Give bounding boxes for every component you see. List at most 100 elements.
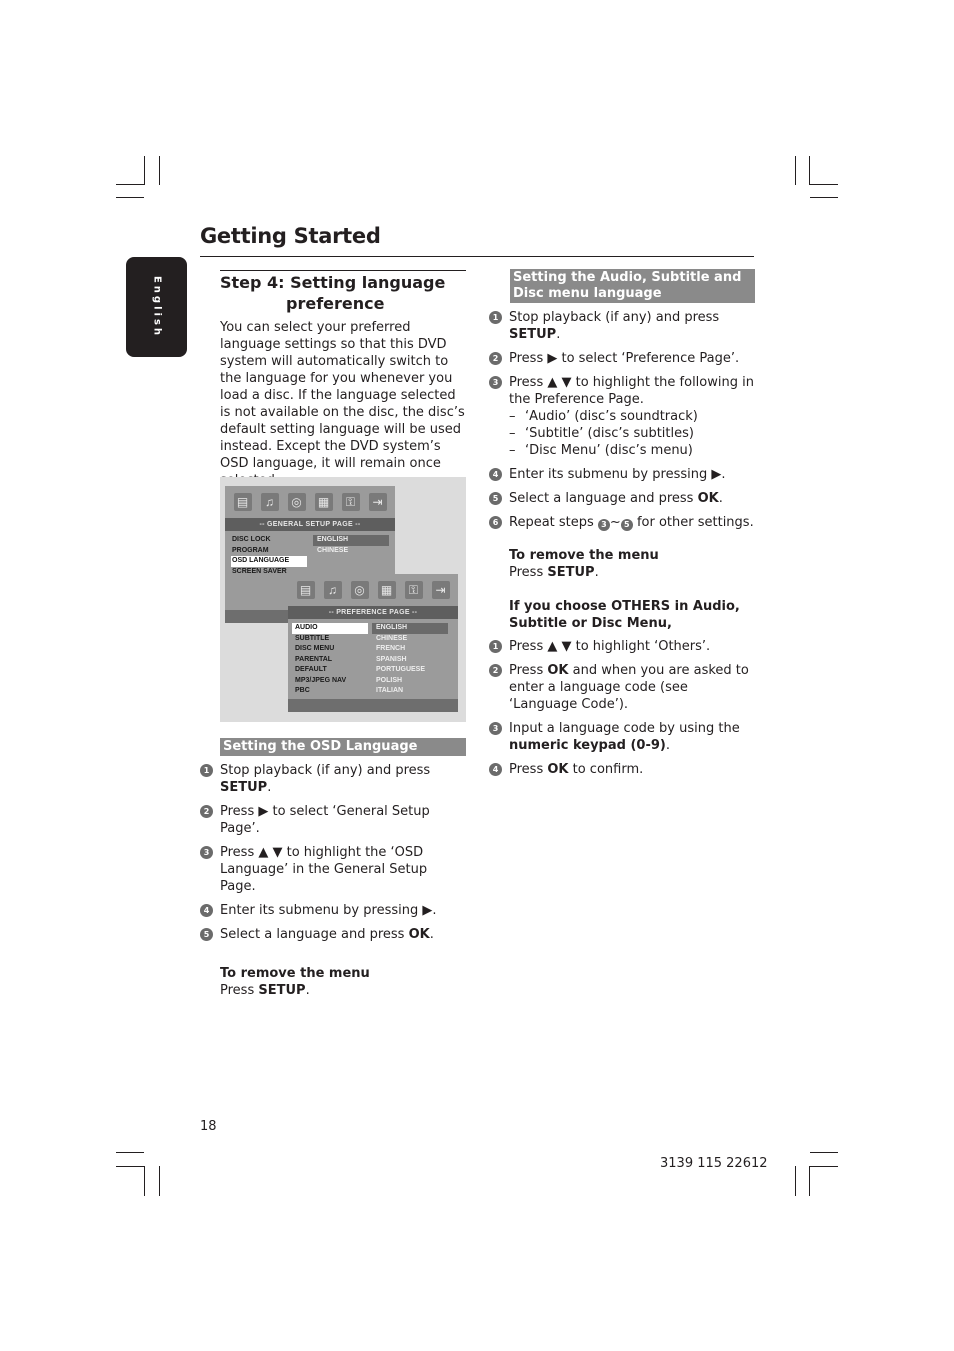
step-list: 1 Stop playback (if any) and press SETUP.… <box>489 309 755 531</box>
step-number-icon: 2 <box>489 352 502 365</box>
step-item: 3 Input a language code by using the nume… <box>489 720 755 754</box>
step-item: 4 Press OK to confirm. <box>489 761 755 778</box>
note-text: Press <box>509 565 548 580</box>
step-number-icon: 4 <box>489 468 502 481</box>
note-key: SETUP <box>547 565 595 580</box>
crop-mark <box>795 1166 796 1196</box>
step-number-icon: 1 <box>489 311 502 324</box>
step-text: to confirm. <box>568 762 644 777</box>
step-item: 2 Press ▶ to select ‘General Setup Page’. <box>200 803 466 837</box>
step-text: Select a language and press <box>220 927 409 942</box>
menu-option: SPANISH <box>376 655 407 663</box>
step-number-icon: 6 <box>489 516 502 529</box>
step-text: Press <box>509 762 548 777</box>
step-text: . <box>267 780 272 795</box>
step-ref-icon: 5 <box>620 519 633 531</box>
step-number-icon: 3 <box>200 846 213 859</box>
audio-speaker-icon: ♫ <box>260 493 279 511</box>
menu-rows: DISC LOCK ENGLISH PROGRAM CHINESE OSD LANGUA… <box>225 531 395 577</box>
sub-item: ‘Disc Menu’ (disc’s menu) <box>509 442 755 459</box>
menu-item-label: PARENTAL <box>295 655 333 663</box>
menu-icon-bar: ▤ ♫ ◎ ▦ ⚿ ⇥ <box>288 574 458 606</box>
menu-item-label: OSD LANGUAGE <box>231 556 307 567</box>
menu-row: PARENTAL SPANISH <box>288 655 458 666</box>
step-list: 1 Stop playback (if any) and press SETUP.… <box>200 762 466 943</box>
step-text: Input a language code by using the <box>509 721 740 736</box>
step-text: Stop playback (if any) and press <box>509 310 720 325</box>
menu-row: PBC ITALIAN <box>288 686 458 697</box>
disc-icon: ◎ <box>287 493 306 511</box>
step-key: SETUP <box>509 327 557 342</box>
menu-row: MP3/JPEG NAV POLISH <box>288 676 458 687</box>
others-heading: If you choose OTHERS in Audio, Subtitle … <box>509 599 740 631</box>
note-text: . <box>305 983 310 998</box>
disc-icon: ◎ <box>350 581 369 599</box>
menu-item-label: PBC <box>295 687 310 694</box>
menu-option: POLISH <box>376 676 403 684</box>
crop-mark <box>795 156 796 185</box>
step-ref-icon: 3 <box>597 519 610 531</box>
step-item: 4 Enter its submenu by pressing ▶. <box>489 466 755 483</box>
step-number-icon: 3 <box>489 722 502 735</box>
step-text: Enter its submenu by pressing ▶. <box>509 467 726 482</box>
step-key: OK <box>697 491 719 506</box>
step-text: Stop playback (if any) and press <box>220 763 431 778</box>
step-text: Press ▶ to select ‘General Setup Page’. <box>220 804 430 836</box>
step-number-icon: 5 <box>200 928 213 941</box>
menu-row: OSD LANGUAGE <box>225 556 395 567</box>
step-number-icon: 2 <box>200 805 213 818</box>
step-item: 2 Press OK and when you are asked to ente… <box>489 662 755 713</box>
step-text: Press <box>509 663 548 678</box>
menu-row: DEFAULT PORTUGUESE <box>288 665 458 676</box>
menu-item-label: DISC LOCK <box>232 536 271 543</box>
preference-screen-icon: ▦ <box>314 493 333 511</box>
menu-icon-bar: ▤ ♫ ◎ ▦ ⚿ ⇥ <box>225 486 395 518</box>
lock-icon: ⚿ <box>341 493 360 511</box>
crop-mark <box>809 1166 810 1196</box>
crop-mark <box>144 156 145 185</box>
menu-banner: -- GENERAL SETUP PAGE -- <box>225 518 395 531</box>
preference-screen-icon: ▦ <box>377 581 396 599</box>
menu-option: CHINESE <box>317 546 349 554</box>
menu-option: CHINESE <box>376 634 408 642</box>
step-item: 2 Press ▶ to select ‘Preference Page’. <box>489 350 755 367</box>
remove-menu-note: To remove the menu Press SETUP. <box>489 547 755 581</box>
sub-list: ‘Audio’ (disc’s soundtrack)‘Subtitle’ (d… <box>509 408 755 459</box>
step-number-icon: 4 <box>489 763 502 776</box>
note-text: Press <box>220 983 259 998</box>
step-text: . <box>556 327 561 342</box>
step-item: 1 Stop playback (if any) and press SETUP. <box>489 309 755 343</box>
menu-item-label: PROGRAM <box>232 546 269 554</box>
step-text: Press ▲ ▼ to highlight ‘Others’. <box>509 639 711 654</box>
crop-mark <box>159 156 160 185</box>
crop-mark <box>116 197 144 198</box>
step-text: . <box>718 491 723 506</box>
menu-banner: -- PREFERENCE PAGE -- <box>288 606 458 619</box>
step-number-icon: 2 <box>489 664 502 677</box>
sub-item: ‘Audio’ (disc’s soundtrack) <box>509 408 755 425</box>
menu-row: SUBTITLE CHINESE <box>288 634 458 645</box>
intro-paragraph: You can select your preferred language s… <box>220 320 465 488</box>
crop-mark <box>144 1166 145 1196</box>
note-text: . <box>594 565 599 580</box>
note-heading: To remove the menu <box>509 548 659 563</box>
others-note: If you choose OTHERS in Audio, Subtitle … <box>489 598 755 632</box>
step-key: OK <box>547 762 569 777</box>
osd-menu-figure: ▤ ♫ ◎ ▦ ⚿ ⇥ -- GENERAL SETUP PAGE -- DISC LOC… <box>220 477 466 722</box>
step-item: 5 Select a language and press OK. <box>200 926 466 943</box>
step-number-icon: 1 <box>489 640 502 653</box>
note-key: SETUP <box>258 983 306 998</box>
step-key: OK <box>408 927 430 942</box>
preference-menu: ▤ ♫ ◎ ▦ ⚿ ⇥ -- PREFERENCE PAGE -- AUDIO ENGLIS… <box>288 574 458 712</box>
menu-item-label: AUDIO <box>292 623 368 634</box>
step-number-icon: 3 <box>489 376 502 389</box>
step-item: 3 Press ▲ ▼ to highlight the ‘OSD Languag… <box>200 844 466 895</box>
menu-footer <box>288 699 458 712</box>
menu-option: PORTUGUESE <box>376 666 426 673</box>
step-item: 1 Press ▲ ▼ to highlight ‘Others’. <box>489 638 755 655</box>
menu-option: ENGLISH <box>372 623 448 634</box>
right-column: Setting the Audio, Subtitle and Disc men… <box>489 269 755 785</box>
crop-mark <box>809 156 810 185</box>
step-text: Press ▲ ▼ to highlight the ‘OSD Language… <box>220 845 428 894</box>
step-text: Repeat steps <box>509 515 598 530</box>
